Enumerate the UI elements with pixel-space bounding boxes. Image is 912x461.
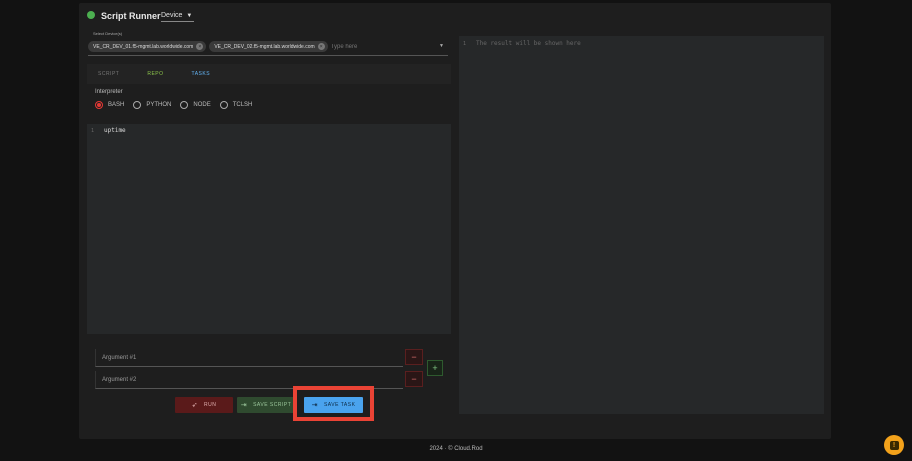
remove-argument-1-button[interactable]: − (405, 349, 423, 365)
radio-selected-icon[interactable] (95, 101, 103, 109)
device-select-label: Select Device(s) (93, 31, 123, 36)
mode-select-value: Device (161, 12, 183, 19)
radio-label: BASH (108, 102, 125, 108)
result-placeholder: The result will be shown here (476, 40, 581, 47)
radio-unselected-icon[interactable] (133, 101, 142, 109)
result-output[interactable]: 1 The result will be shown here (459, 36, 824, 414)
status-indicator (87, 11, 95, 19)
device-chip-label: VE_CR_DEV_01.f5-mgmt.lab.worldwide.com (93, 43, 194, 50)
radio-bash[interactable]: BASH (95, 101, 124, 109)
radio-unselected-icon[interactable] (219, 101, 228, 109)
save-script-button[interactable]: ⇥ SAVE SCRIPT (237, 397, 295, 413)
interpreter-radio-group: BASH PYTHON NODE TCLSH (95, 101, 256, 109)
run-button[interactable]: ➶ RUN (175, 397, 233, 413)
script-editor[interactable]: 1 uptime (87, 124, 451, 334)
interpreter-label: Interpreter (95, 89, 123, 95)
add-argument-button[interactable]: + (427, 360, 443, 376)
tab-tasks[interactable]: TASKS (178, 64, 225, 84)
tab-bar: SCRIPT REPO TASKS (87, 64, 451, 84)
device-search-input[interactable] (330, 43, 411, 50)
chip-close-icon[interactable]: × (317, 43, 325, 50)
page-title: Script Runner (101, 11, 161, 21)
radio-unselected-icon[interactable] (180, 101, 189, 109)
tab-script[interactable]: SCRIPT (87, 64, 133, 84)
editor-code[interactable]: uptime (104, 127, 126, 134)
highlight-box (293, 386, 374, 421)
chip-close-icon[interactable]: × (196, 43, 204, 50)
remove-argument-2-button[interactable]: − (405, 371, 423, 387)
radio-python[interactable]: PYTHON (133, 101, 171, 109)
rocket-icon: ➶ (191, 402, 199, 409)
device-chip[interactable]: VE_CR_DEV_02.f5-mgmt.lab.worldwide.com × (209, 41, 328, 52)
radio-tclsh[interactable]: TCLSH (219, 101, 253, 109)
argument-1-input[interactable]: Argument #1 (95, 349, 403, 367)
footer-text: 2024 · © Cloud.Rod (429, 446, 483, 452)
run-button-label: RUN (204, 402, 217, 408)
line-number: 1 (463, 41, 467, 47)
mode-select[interactable]: Device ▼ (161, 12, 195, 22)
chevron-down-icon: ▼ (186, 12, 193, 19)
radio-node[interactable]: NODE (180, 101, 211, 109)
device-chip-label: VE_CR_DEV_02.f5-mgmt.lab.worldwide.com (214, 43, 315, 50)
save-script-label: SAVE SCRIPT (253, 402, 292, 408)
save-icon: ⇥ (240, 402, 248, 409)
device-select[interactable]: VE_CR_DEV_01.f5-mgmt.lab.worldwide.com ×… (88, 38, 448, 56)
help-icon: ! (889, 440, 899, 450)
script-runner-panel: Script Runner Device ▼ Select Device(s) … (79, 3, 831, 439)
help-button[interactable]: ! (884, 435, 904, 455)
radio-label: NODE (193, 102, 211, 108)
device-chip[interactable]: VE_CR_DEV_01.f5-mgmt.lab.worldwide.com × (88, 41, 207, 52)
radio-label: PYTHON (146, 102, 172, 108)
tab-repo[interactable]: REPO (133, 64, 177, 84)
line-number: 1 (91, 128, 95, 134)
radio-label: TCLSH (232, 102, 253, 108)
